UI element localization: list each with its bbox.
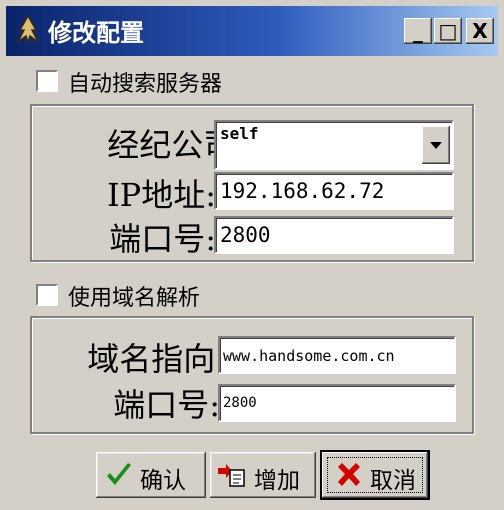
ip-input-value: 192.168.62.72 xyxy=(220,179,385,203)
cancel-label: 取消 xyxy=(370,468,416,494)
broker-dropdown-button[interactable] xyxy=(422,126,450,164)
checkmark-icon xyxy=(107,463,131,485)
cancel-button[interactable]: 取消 xyxy=(322,452,428,498)
auto-search-checkbox[interactable] xyxy=(36,70,58,92)
config-dialog: 修改配置 _ □ X 自动搜索服务器 经纪公司: self IP地址: 192.… xyxy=(0,0,504,510)
domain-input[interactable]: www.handsome.com.cn xyxy=(218,336,456,374)
minimize-icon: _ xyxy=(413,19,423,43)
broker-select-value: self xyxy=(220,124,259,143)
domain-input-value: www.handsome.com.cn xyxy=(223,347,395,365)
domain-port-label: 端口号: xyxy=(113,386,220,424)
window-title: 修改配置 xyxy=(48,19,144,47)
maximize-button[interactable]: □ xyxy=(434,18,462,44)
close-icon: X xyxy=(472,19,488,43)
confirm-label: 确认 xyxy=(140,468,186,494)
domain-label: 域名指向: xyxy=(87,340,226,378)
port-input-value: 2800 xyxy=(220,223,271,247)
confirm-button[interactable]: 确认 xyxy=(96,452,206,498)
use-domain-checkbox[interactable] xyxy=(36,284,58,306)
ip-input[interactable]: 192.168.62.72 xyxy=(214,172,454,210)
port-input[interactable]: 2800 xyxy=(214,216,454,254)
ip-label: IP地址: xyxy=(107,176,216,214)
close-button[interactable]: X xyxy=(466,18,494,44)
maximize-icon: □ xyxy=(438,19,458,43)
server-settings-group: 经纪公司: self IP地址: 192.168.62.72 端口号: 2800 xyxy=(30,104,474,262)
domain-port-input[interactable]: 2800 xyxy=(218,384,456,422)
domain-port-input-value: 2800 xyxy=(223,395,257,411)
add-label: 增加 xyxy=(254,468,300,494)
domain-settings-group: 域名指向: www.handsome.com.cn 端口号: 2800 xyxy=(30,316,474,434)
broker-select[interactable]: self xyxy=(214,120,454,170)
port-label: 端口号: xyxy=(109,220,216,258)
app-icon xyxy=(17,14,39,44)
add-button[interactable]: 增加 xyxy=(210,452,316,498)
auto-search-label[interactable]: 自动搜索服务器 xyxy=(68,66,222,98)
chevron-down-icon xyxy=(430,142,442,149)
minimize-button[interactable]: _ xyxy=(404,18,432,44)
title-bar[interactable]: 修改配置 _ □ X xyxy=(6,6,498,56)
close-x-icon xyxy=(338,463,360,486)
add-document-icon xyxy=(218,464,245,487)
use-domain-label[interactable]: 使用域名解析 xyxy=(68,280,200,312)
